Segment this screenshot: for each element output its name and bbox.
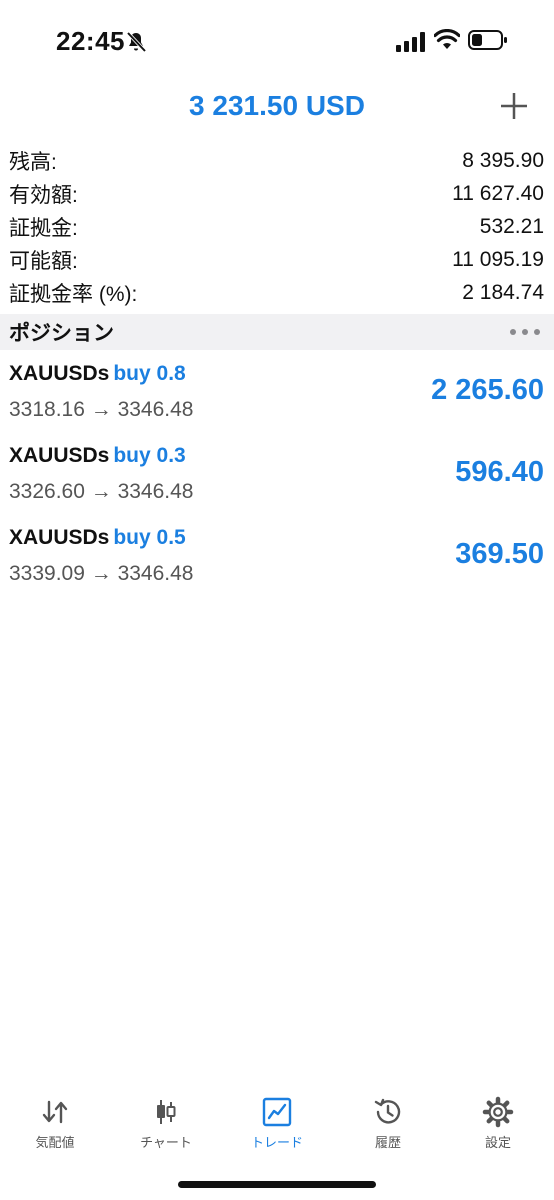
summary-label: 証拠金率 (%): bbox=[9, 282, 138, 306]
tab-label: 気配値 bbox=[35, 1135, 75, 1150]
summary-value: 8 395.90 bbox=[462, 148, 544, 172]
battery-icon bbox=[468, 30, 507, 50]
tab-label: 設定 bbox=[484, 1135, 511, 1150]
summary-row-balance: 残高: 8 395.90 bbox=[0, 144, 554, 177]
status-time: 22:45 bbox=[56, 26, 125, 56]
tab-quotes[interactable]: 気配値 bbox=[0, 1088, 110, 1158]
summary-row-equity: 有効額: 11 627.40 bbox=[0, 177, 554, 210]
position-symbol-line: XAUUSDs buy 0.3 bbox=[9, 444, 186, 468]
position-side: buy 0.5 bbox=[113, 526, 186, 549]
summary-value: 11 095.19 bbox=[452, 247, 544, 271]
bell-off-icon bbox=[126, 31, 147, 53]
account-summary: 残高: 8 395.90 有効額: 11 627.40 証拠金: 532.21 … bbox=[0, 144, 554, 309]
status-bar: 22:45 bbox=[0, 0, 554, 84]
position-prices: 3339.09 → 3346.48 bbox=[9, 562, 194, 585]
cellular-signal-icon bbox=[396, 32, 425, 52]
new-order-plus-button[interactable] bbox=[500, 92, 528, 120]
position-row[interactable]: XAUUSDs buy 0.8 3318.16 → 3346.48 2 265.6… bbox=[0, 352, 554, 434]
tab-history[interactable]: 履歴 bbox=[333, 1088, 443, 1158]
more-options-icon[interactable] bbox=[510, 329, 540, 335]
position-profit: 2 265.60 bbox=[431, 374, 544, 406]
positions-list: XAUUSDs buy 0.8 3318.16 → 3346.48 2 265.6… bbox=[0, 352, 554, 598]
position-prices: 3326.60 → 3346.48 bbox=[9, 480, 194, 503]
summary-value: 2 184.74 bbox=[462, 280, 544, 304]
home-indicator bbox=[178, 1181, 376, 1188]
tab-chart[interactable]: チャート bbox=[111, 1088, 221, 1158]
position-symbol: XAUUSDs bbox=[9, 362, 110, 385]
position-profit: 596.40 bbox=[455, 456, 544, 488]
tab-label: トレード bbox=[250, 1135, 303, 1150]
position-side: buy 0.8 bbox=[113, 362, 186, 385]
header: 3 231.50 USD bbox=[0, 84, 554, 132]
summary-label: 有効額: bbox=[9, 183, 78, 207]
summary-row-margin-level: 証拠金率 (%): 2 184.74 bbox=[0, 276, 554, 309]
summary-row-free-margin: 可能額: 11 095.19 bbox=[0, 243, 554, 276]
summary-row-margin: 証拠金: 532.21 bbox=[0, 210, 554, 243]
summary-label: 可能額: bbox=[9, 249, 78, 273]
position-profit: 369.50 bbox=[455, 538, 544, 570]
summary-value: 532.21 bbox=[479, 214, 544, 238]
tab-label: チャート bbox=[140, 1135, 192, 1150]
summary-value: 11 627.40 bbox=[452, 181, 544, 205]
positions-section-header: ポジション bbox=[0, 314, 554, 350]
quotes-arrows-icon bbox=[42, 1100, 68, 1124]
position-side: buy 0.3 bbox=[113, 444, 186, 467]
trade-chart-icon bbox=[262, 1097, 292, 1127]
position-prices: 3318.16 → 3346.48 bbox=[9, 398, 194, 421]
position-row[interactable]: XAUUSDs buy 0.3 3326.60 → 3346.48 596.40 bbox=[0, 434, 554, 516]
position-row[interactable]: XAUUSDs buy 0.5 3339.09 → 3346.48 369.50 bbox=[0, 516, 554, 598]
candlestick-icon bbox=[157, 1100, 176, 1124]
position-symbol: XAUUSDs bbox=[9, 526, 110, 549]
settings-gear-icon bbox=[482, 1096, 514, 1128]
summary-label: 残高: bbox=[9, 150, 57, 174]
tab-trade[interactable]: トレード bbox=[222, 1088, 332, 1158]
history-icon bbox=[374, 1098, 401, 1124]
positions-section-title: ポジション bbox=[9, 322, 114, 345]
position-symbol-line: XAUUSDs buy 0.5 bbox=[9, 526, 186, 550]
tab-settings[interactable]: 設定 bbox=[443, 1088, 553, 1158]
position-symbol-line: XAUUSDs buy 0.8 bbox=[9, 362, 186, 386]
tab-label: 履歴 bbox=[374, 1135, 401, 1150]
position-symbol: XAUUSDs bbox=[9, 444, 110, 467]
account-equity-title: 3 231.50 USD bbox=[189, 90, 365, 121]
summary-label: 証拠金: bbox=[9, 216, 78, 240]
wifi-icon bbox=[434, 29, 460, 49]
